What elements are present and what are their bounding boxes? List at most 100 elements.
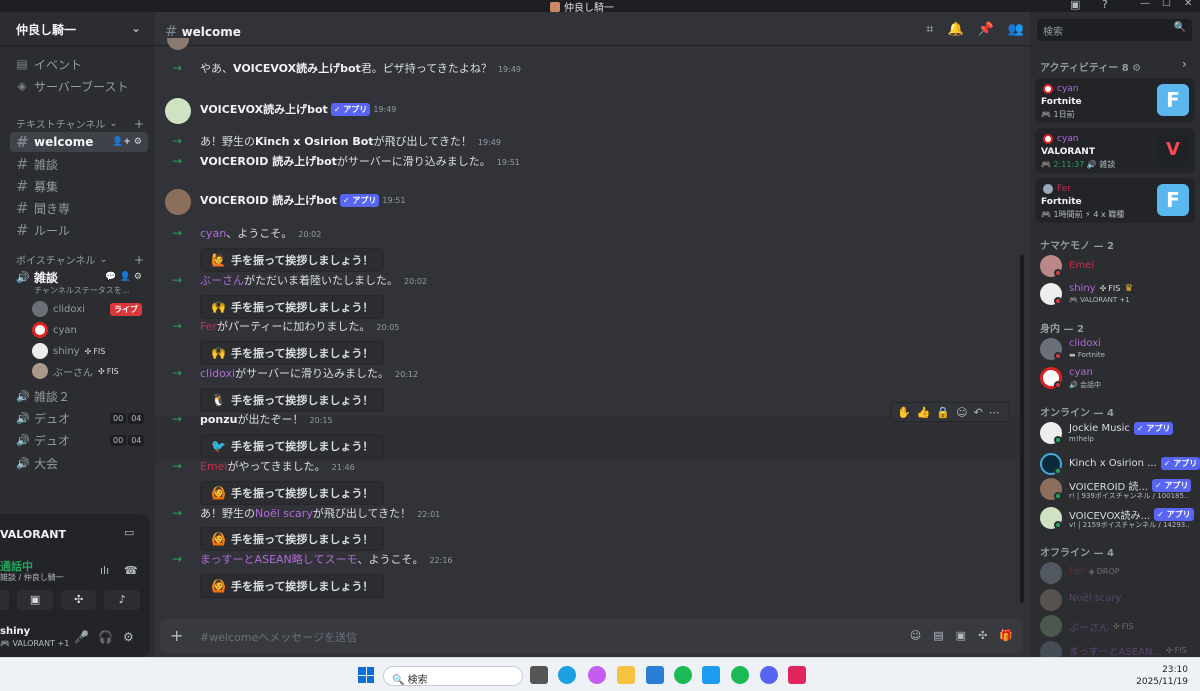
user-name[interactable]: shiny bbox=[0, 626, 30, 637]
scrollbar[interactable] bbox=[1020, 255, 1024, 603]
explorer-icon[interactable] bbox=[617, 666, 635, 684]
wave-reaction-icon[interactable]: ✋ bbox=[897, 406, 911, 419]
avatar[interactable] bbox=[165, 189, 191, 215]
channel-welcome[interactable]: # welcome 👤+ ⚙ bbox=[10, 132, 148, 152]
member-cyan[interactable]: cyan 🔊 会話中 bbox=[1040, 365, 1190, 393]
add-reaction-icon[interactable]: ☺ bbox=[956, 406, 967, 419]
pin-icon[interactable]: 📌 bbox=[978, 22, 994, 37]
maximize-button[interactable]: ☐ bbox=[1162, 0, 1171, 9]
user-mention[interactable]: Kinch x Osirion Bot bbox=[255, 135, 374, 148]
wave-button[interactable]: 🐦 手を振って挨拶しましょう！ bbox=[200, 434, 385, 458]
soundboard-button[interactable]: ♪ bbox=[104, 590, 140, 610]
screen-button[interactable]: ▣ bbox=[17, 590, 53, 610]
gif-icon[interactable]: ▤ bbox=[933, 629, 943, 642]
activities-button[interactable]: ✣ bbox=[60, 590, 97, 610]
member-kinch[interactable]: Kinch x Osirion ... ✓ アプリ bbox=[1040, 451, 1200, 479]
user-mention[interactable]: Noël scary bbox=[255, 507, 313, 520]
minimize-button[interactable]: — bbox=[1140, 0, 1150, 9]
gift-icon[interactable]: 🎁 bbox=[999, 629, 1013, 642]
activity-header[interactable]: アクティビティー 8 ⚙ bbox=[1040, 59, 1141, 74]
more-icon[interactable]: ⋯ bbox=[989, 406, 1000, 419]
events-item[interactable]: ▤ イベント bbox=[8, 54, 148, 74]
member-massu[interactable]: まっすーとASEAN... ✣ FIS bbox=[1040, 639, 1190, 657]
system-clock[interactable]: 23:10 2025/11/19 bbox=[1136, 664, 1188, 688]
threads-icon[interactable]: ⌗ bbox=[926, 22, 933, 37]
discord-icon[interactable] bbox=[760, 666, 778, 684]
disconnect-icon[interactable]: ☎ bbox=[124, 564, 138, 577]
lock-reaction-icon[interactable]: 🔒 bbox=[936, 406, 950, 419]
avatar[interactable] bbox=[165, 98, 191, 124]
member-boosan[interactable]: ぶーさん ✣ FIS bbox=[1040, 613, 1190, 641]
user-mention[interactable]: Emei bbox=[200, 460, 228, 473]
server-header[interactable]: 仲良し騎一 ⌄ bbox=[0, 12, 155, 46]
voice-user-clidoxi[interactable]: clidoxi ライブ bbox=[32, 300, 142, 318]
activity-card[interactable]: Fer Fortnite 🎮 1時間前 ⚡ 4 x 職種 F bbox=[1035, 178, 1195, 223]
taskview-icon[interactable] bbox=[530, 666, 548, 684]
call-location[interactable]: 雑談 / 仲良し騎一 bbox=[0, 572, 64, 583]
channel-settings-icon[interactable]: 👤+ ⚙ bbox=[112, 137, 142, 147]
activity-game[interactable]: VALORANT bbox=[0, 528, 66, 541]
voice-channel-duo1[interactable]: 🔊 デュオ 00 04 bbox=[10, 408, 148, 428]
thumbsup-reaction-icon[interactable]: 👍 bbox=[917, 406, 931, 419]
wave-button[interactable]: 🙆 手を振って挨拶しましょう！ bbox=[200, 481, 385, 505]
settings-icon[interactable]: ⚙ bbox=[123, 630, 134, 644]
member-shiny[interactable]: shiny ✣ FIS ♛ 🎮 VALORANT +1 bbox=[1040, 281, 1190, 309]
emoji-icon[interactable]: ☺ bbox=[910, 629, 921, 642]
voice-user-boosan[interactable]: ぶーさん ✣ FIS bbox=[32, 362, 119, 380]
voice-channel-taikai[interactable]: 🔊 大会 bbox=[10, 453, 148, 473]
channel-kikisen[interactable]: # 聞き専 bbox=[10, 198, 148, 218]
member-fer[interactable]: Fer ◈ DROP bbox=[1040, 560, 1190, 588]
inbox-icon[interactable]: ▣ bbox=[1070, 0, 1080, 11]
member-emei[interactable]: Emei bbox=[1040, 253, 1190, 281]
user-mention[interactable]: Fer bbox=[200, 320, 217, 333]
voice-channel-duo2[interactable]: 🔊 デュオ 00 04 bbox=[10, 430, 148, 450]
camera-button[interactable] bbox=[0, 590, 10, 610]
search-input[interactable]: 検索 🔍 bbox=[1037, 19, 1192, 41]
app-icon[interactable] bbox=[674, 666, 692, 684]
member-voicevox[interactable]: VOICEVOX読み... ✓ アプリ v! | 2159ボイスチャンネル / 14… bbox=[1040, 505, 1194, 533]
user-mention[interactable]: VOICEROID 読み上げbot bbox=[200, 155, 337, 168]
wave-button[interactable]: 🙆 手を振って挨拶しましょう！ bbox=[200, 574, 385, 598]
sticker-icon[interactable]: ▣ bbox=[956, 629, 966, 642]
activity-card[interactable]: cyan Fortnite 🎮 1日前 F bbox=[1035, 78, 1195, 123]
user-mention[interactable]: VOICEVOX読み上げbot bbox=[233, 62, 361, 75]
voice-waveform-icon[interactable]: ılı bbox=[100, 564, 109, 577]
attach-plus-icon[interactable]: + bbox=[170, 626, 183, 645]
user-mention[interactable]: まっすーとASEAN略してスーモ bbox=[200, 553, 357, 566]
app-icon[interactable] bbox=[788, 666, 806, 684]
screen-share-icon[interactable]: ▭ bbox=[124, 526, 134, 539]
chevron-right-icon[interactable]: › bbox=[1182, 57, 1187, 71]
twitter-icon[interactable] bbox=[702, 666, 720, 684]
wave-button[interactable]: 🙌 手を振って挨拶しましょう！ bbox=[200, 295, 385, 319]
member-jockie[interactable]: Jockie Music ✓ アプリ m!help bbox=[1040, 420, 1190, 448]
message-input[interactable]: #welcomeへメッセージを送信 bbox=[200, 629, 357, 645]
user-mention[interactable]: clidoxi bbox=[200, 367, 235, 380]
taskbar-search[interactable]: 🔍 検索 bbox=[383, 666, 523, 686]
mic-icon[interactable]: 🎤 bbox=[74, 630, 89, 644]
channel-status[interactable]: チャンネルステータスを... bbox=[34, 285, 129, 296]
edge-icon[interactable] bbox=[558, 666, 576, 684]
start-icon[interactable] bbox=[358, 667, 374, 683]
voice-tools-icon[interactable]: 💬 👤 ⚙ bbox=[105, 272, 142, 282]
bell-icon[interactable]: 🔔 bbox=[947, 22, 963, 37]
voice-channel-zatsudan[interactable]: 🔊 雑談 💬 👤 ⚙ bbox=[10, 267, 148, 287]
wave-button[interactable]: 🙋 手を振って挨拶しましょう！ bbox=[200, 248, 385, 272]
spotify-icon[interactable] bbox=[731, 666, 749, 684]
activity-card[interactable]: cyan VALORANT 🎮 2:11:37 🔊 雑談 V bbox=[1035, 128, 1195, 173]
headphones-icon[interactable]: 🎧 bbox=[98, 630, 113, 644]
user-mention[interactable]: cyan bbox=[200, 227, 226, 240]
apps-icon[interactable]: ✣ bbox=[978, 629, 987, 642]
wave-button[interactable]: 🙆 手を振って挨拶しましょう！ bbox=[200, 527, 385, 551]
add-voice-icon[interactable]: + bbox=[134, 253, 144, 267]
wave-button[interactable]: 🙌 手を振って挨拶しましょう！ bbox=[200, 341, 385, 365]
text-category[interactable]: テキストチャンネル ⌄ + bbox=[16, 116, 144, 132]
member-noel[interactable]: Noël scary bbox=[1040, 587, 1190, 615]
author-name[interactable]: VOICEVOX読み上げbot bbox=[200, 101, 328, 117]
copilot-icon[interactable] bbox=[588, 666, 606, 684]
boost-item[interactable]: ◈ サーバーブースト bbox=[8, 76, 148, 96]
user-mention[interactable]: ponzu bbox=[200, 413, 238, 426]
wave-button[interactable]: 🐧 手を振って挨拶しましょう！ bbox=[200, 388, 385, 412]
member-voiceroid[interactable]: VOICEROID 読... ✓ アプリ r! | 939ボイスチャンネル / 10… bbox=[1040, 476, 1192, 504]
voice-category[interactable]: ボイスチャンネル ⌄ + bbox=[16, 252, 144, 268]
voice-user-cyan[interactable]: cyan bbox=[32, 321, 77, 339]
